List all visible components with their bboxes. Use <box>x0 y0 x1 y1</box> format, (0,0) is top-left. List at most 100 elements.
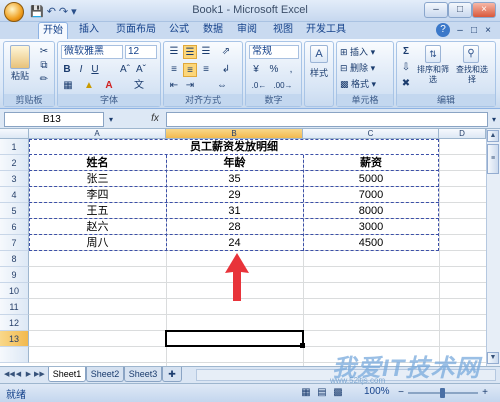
bold-button[interactable]: B <box>61 63 73 77</box>
tab-data[interactable]: 数据 <box>198 22 228 39</box>
page-layout-view-icon[interactable]: ▤ <box>316 386 328 400</box>
row-header[interactable]: 2 <box>0 155 29 171</box>
wrap-text-icon[interactable]: ↲ <box>219 63 233 77</box>
row-header[interactable]: 11 <box>0 299 29 315</box>
name-box-dropdown-icon[interactable]: ▾ <box>106 113 116 127</box>
table-title-cell[interactable]: 员工薪资发放明细 <box>29 139 439 155</box>
column-header-d[interactable]: D <box>439 129 486 139</box>
align-right-icon[interactable]: ≡ <box>199 63 213 77</box>
last-sheet-icon[interactable]: ▶▶ <box>34 369 45 380</box>
phonetic-icon[interactable]: 文 <box>132 79 146 93</box>
data-cell[interactable]: 8000 <box>303 203 439 219</box>
scroll-down-icon[interactable]: ▼ <box>487 352 499 364</box>
row-header[interactable]: 8 <box>0 251 29 267</box>
worksheet-grid[interactable]: A B C D 1 2 3 4 5 6 7 8 9 10 11 12 13 员工… <box>0 129 486 366</box>
tab-page-layout[interactable]: 页面布局 <box>110 22 162 39</box>
align-center-icon[interactable]: ≡ <box>183 63 197 77</box>
tab-review[interactable]: 审阅 <box>232 22 262 39</box>
name-box[interactable]: B13 <box>4 112 104 127</box>
align-middle-icon[interactable]: ☰ <box>183 45 197 59</box>
row-header[interactable]: 13 <box>0 331 29 347</box>
underline-button[interactable]: U <box>89 63 101 77</box>
sheet-tab-sheet3[interactable]: Sheet3 <box>124 367 162 382</box>
align-bottom-icon[interactable]: ☰ <box>199 45 213 59</box>
data-cell[interactable]: 31 <box>166 203 303 219</box>
active-cell-b13[interactable] <box>165 330 304 347</box>
scroll-up-icon[interactable]: ▲ <box>487 130 499 142</box>
row-header[interactable]: 12 <box>0 315 29 331</box>
tab-developer[interactable]: 开发工具 <box>304 22 348 39</box>
data-cell[interactable]: 29 <box>166 187 303 203</box>
cut-icon[interactable]: ✂ <box>38 45 50 59</box>
tab-insert[interactable]: 插入 <box>74 22 104 39</box>
sheet-tab-sheet1[interactable]: Sheet1 <box>48 367 86 382</box>
zoom-level[interactable]: 100% <box>364 386 390 397</box>
orientation-icon[interactable]: ⇗ <box>219 45 233 59</box>
normal-view-icon[interactable]: ▦ <box>300 386 312 400</box>
insert-cells-button[interactable]: ⊞ 插入 ▾ <box>340 45 390 59</box>
comma-button[interactable]: , <box>284 63 298 77</box>
row-header[interactable]: 10 <box>0 283 29 299</box>
data-cell[interactable]: 周八 <box>29 235 166 251</box>
data-cell[interactable]: 35 <box>166 171 303 187</box>
tab-home[interactable]: 开始 <box>38 22 68 39</box>
paste-button[interactable]: 粘贴 <box>6 69 34 83</box>
zoom-in-icon[interactable]: + <box>480 386 490 400</box>
zoom-slider-thumb[interactable] <box>440 388 445 398</box>
column-header-c[interactable]: C <box>303 129 439 139</box>
row-header[interactable]: 3 <box>0 171 29 187</box>
data-cell[interactable]: 7000 <box>303 187 439 203</box>
ribbon-minimize-icon[interactable]: – <box>454 24 466 38</box>
data-cell[interactable]: 28 <box>166 219 303 235</box>
delete-cells-button[interactable]: ⊟ 删除 ▾ <box>340 61 390 75</box>
styles-icon[interactable]: A <box>310 45 328 63</box>
align-top-icon[interactable]: ☰ <box>167 45 181 59</box>
data-cell[interactable]: 赵六 <box>29 219 166 235</box>
sort-filter-icon[interactable]: ⇅ <box>425 45 441 63</box>
vertical-scroll-thumb[interactable]: ≡ <box>487 144 499 174</box>
italic-button[interactable]: I <box>75 63 87 77</box>
font-color-icon[interactable]: A <box>102 79 116 93</box>
borders-icon[interactable]: ▦ <box>61 79 75 93</box>
sheet-tab-sheet2[interactable]: Sheet2 <box>86 367 124 382</box>
tab-view[interactable]: 视图 <box>268 22 298 39</box>
formula-input[interactable] <box>166 112 488 127</box>
data-cell[interactable]: 24 <box>166 235 303 251</box>
fill-handle[interactable] <box>300 343 305 348</box>
copy-icon[interactable]: ⧉ <box>38 59 50 73</box>
decrease-decimal-icon[interactable]: .00→ <box>273 79 293 93</box>
grow-font-icon[interactable]: Aˆ <box>118 63 132 77</box>
close-button[interactable]: × <box>472 2 496 18</box>
data-cell[interactable]: 王五 <box>29 203 166 219</box>
row-header[interactable]: 4 <box>0 187 29 203</box>
number-format-select[interactable]: 常规 <box>249 45 299 59</box>
page-break-view-icon[interactable]: ▩ <box>332 386 344 400</box>
insert-sheet-icon[interactable]: ✚ <box>162 367 182 382</box>
increase-decimal-icon[interactable]: .0← <box>249 79 269 93</box>
find-select-icon[interactable]: ⚲ <box>463 45 479 63</box>
prev-sheet-icon[interactable]: ◀ <box>14 369 23 380</box>
currency-icon[interactable]: ¥ <box>249 63 263 77</box>
tab-formulas[interactable]: 公式 <box>164 22 194 39</box>
column-header-a[interactable]: A <box>29 129 166 139</box>
data-cell[interactable]: 张三 <box>29 171 166 187</box>
format-cells-button[interactable]: ▩ 格式 ▾ <box>340 77 390 91</box>
header-cell-age[interactable]: 年龄 <box>166 155 303 171</box>
minimize-button[interactable]: – <box>424 2 448 18</box>
font-size-select[interactable]: 12 <box>125 45 157 59</box>
row-header[interactable]: 6 <box>0 219 29 235</box>
row-header[interactable]: 9 <box>0 267 29 283</box>
help-icon[interactable]: ? <box>436 23 450 37</box>
fill-color-icon[interactable]: ▲ <box>82 79 96 93</box>
styles-button[interactable]: 样式 <box>305 66 333 80</box>
row-header[interactable]: 5 <box>0 203 29 219</box>
decrease-indent-icon[interactable]: ⇤ <box>167 79 181 93</box>
first-sheet-icon[interactable]: ◀◀ <box>4 369 15 380</box>
ribbon-close-icon[interactable]: × <box>482 24 494 38</box>
paste-icon[interactable] <box>10 45 30 69</box>
zoom-out-icon[interactable]: − <box>396 386 406 400</box>
row-header[interactable]: 7 <box>0 235 29 251</box>
sort-filter-button[interactable]: 排序和筛选 <box>417 65 449 87</box>
autosum-button[interactable]: Σ <box>400 45 412 59</box>
shrink-font-icon[interactable]: Aˇ <box>134 63 148 77</box>
